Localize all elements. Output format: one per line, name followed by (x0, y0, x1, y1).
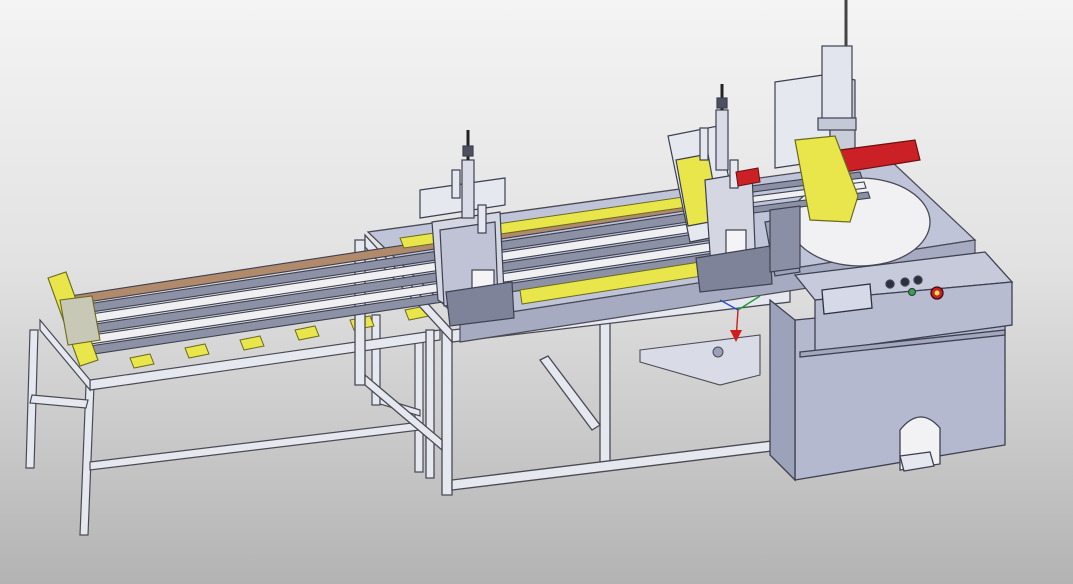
infeed-leg-back (414, 339, 424, 473)
roller (184, 343, 210, 359)
main-leg-front-left (441, 329, 453, 496)
foot-pedal-icon (899, 451, 935, 472)
lower-mount-plate (639, 334, 761, 386)
cabinet-side (769, 298, 796, 482)
pneumatic-cylinder (461, 159, 475, 219)
machine-model (25, 0, 1014, 536)
infeed-lower-rail (29, 394, 89, 409)
main-leg-front-mid (599, 317, 611, 471)
roller (294, 325, 320, 341)
pneumatic-cylinder (715, 109, 729, 171)
selector-switch (885, 279, 895, 289)
main-leg-inner (425, 329, 435, 479)
plate-hole (712, 346, 724, 358)
selector-switch (913, 275, 923, 285)
roller (239, 335, 265, 351)
main-cylinder (821, 45, 853, 129)
main-lower-rail-front (451, 439, 781, 491)
selector-switch (900, 277, 910, 287)
hmi-screen (821, 283, 873, 315)
control-cabinet (769, 251, 1014, 482)
main-diagonal-brace (539, 355, 601, 431)
end-stop-left (47, 271, 101, 367)
roller (129, 353, 155, 369)
cad-viewport[interactable] (0, 0, 1073, 584)
infeed-lower-rail-long (89, 421, 421, 471)
start-button (907, 287, 917, 297)
